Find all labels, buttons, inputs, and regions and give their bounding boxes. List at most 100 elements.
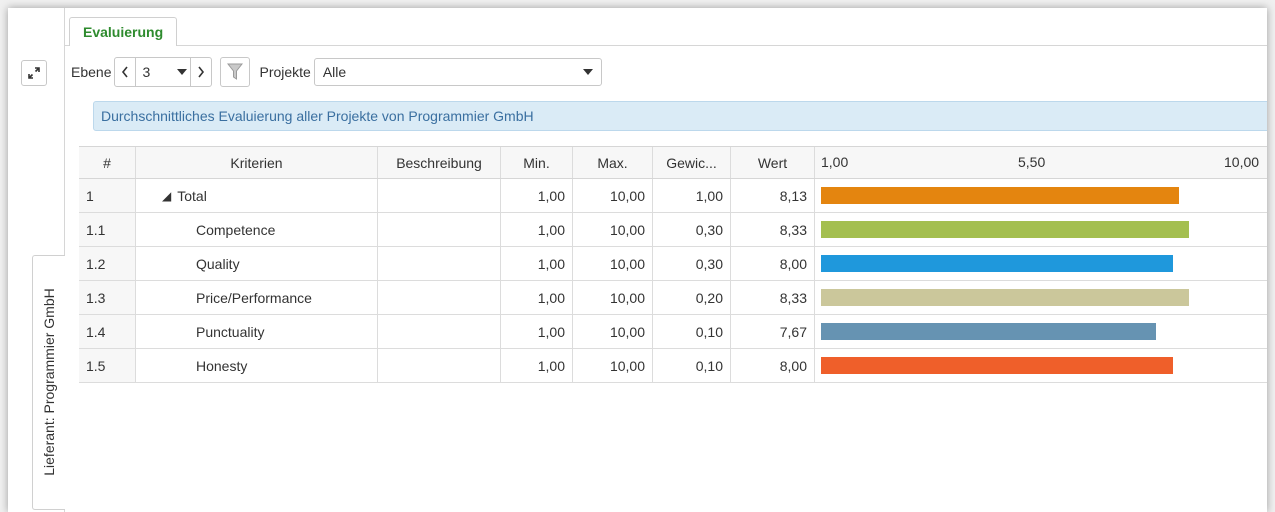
row-num: 1.4 [79, 315, 136, 348]
value-bar [821, 357, 1173, 374]
row-num: 1 [79, 179, 136, 212]
row-max: 10,00 [573, 213, 653, 246]
projekte-value: Alle [322, 64, 347, 80]
row-max: 10,00 [573, 247, 653, 280]
side-strip: Lieferant: Programmier GmbH [8, 8, 65, 512]
filter-icon [227, 63, 244, 80]
header-gewicht[interactable]: Gewic... [653, 147, 731, 178]
row-num: 1.2 [79, 247, 136, 280]
caret-down-icon [582, 69, 593, 75]
row-beschreibung [378, 247, 501, 280]
header-kriterien[interactable]: Kriterien [136, 147, 378, 178]
header-scale: 1,00 5,50 10,00 [815, 147, 1267, 178]
value-bar [821, 255, 1173, 272]
side-tab-supplier[interactable]: Lieferant: Programmier GmbH [32, 255, 65, 510]
header-num[interactable]: # [79, 147, 136, 178]
header-beschreibung[interactable]: Beschreibung [378, 147, 501, 178]
table-row[interactable]: 1.2 Quality 1,00 10,00 0,30 8,00 [79, 247, 1267, 281]
projekte-select[interactable]: Alle [313, 58, 602, 86]
row-bar-cell [815, 213, 1267, 246]
row-min: 1,00 [501, 247, 573, 280]
expand-button[interactable] [21, 60, 47, 86]
caret-down-icon [174, 69, 190, 75]
chevron-left-icon [122, 66, 129, 78]
row-max: 10,00 [573, 349, 653, 382]
scale-mid-label: 5,50 [1018, 154, 1046, 170]
row-wert: 8,13 [731, 179, 815, 212]
row-num: 1.5 [79, 349, 136, 382]
row-num: 1.3 [79, 281, 136, 314]
value-bar [821, 221, 1190, 238]
table-row[interactable]: 1.5 Honesty 1,00 10,00 0,10 8,00 [79, 349, 1267, 383]
row-wert: 8,00 [731, 349, 815, 382]
row-beschreibung [378, 281, 501, 314]
row-bar-cell [815, 315, 1267, 348]
info-banner: Durchschnittliches Evaluierung aller Pro… [93, 101, 1267, 131]
row-kriterien: Price/Performance [136, 281, 378, 314]
filter-button[interactable] [220, 57, 251, 87]
row-beschreibung [378, 179, 501, 212]
app-window: Lieferant: Programmier GmbH Evaluierung … [8, 8, 1267, 512]
projekte-label: Projekte [259, 64, 311, 80]
row-bar-cell [815, 247, 1267, 280]
tab-evaluierung[interactable]: Evaluierung [69, 17, 178, 47]
scale-max-label: 10,00 [1224, 154, 1260, 170]
header-wert[interactable]: Wert [731, 147, 815, 178]
collapse-triangle-icon[interactable]: ◢ [162, 189, 171, 203]
kriterien-label: Honesty [196, 357, 248, 374]
row-bar-cell [815, 281, 1267, 314]
ebene-select[interactable]: 3 [135, 58, 192, 86]
kriterien-label: Competence [196, 221, 276, 238]
ebene-decrement-button[interactable] [115, 58, 135, 86]
row-num: 1.1 [79, 213, 136, 246]
main-panel: Evaluierung Ebene 3 Projekte Alle Durchs… [64, 8, 1267, 512]
row-min: 1,00 [501, 349, 573, 382]
row-max: 10,00 [573, 315, 653, 348]
kriterien-label: Quality [196, 255, 240, 272]
row-max: 10,00 [573, 179, 653, 212]
value-bar [821, 323, 1156, 340]
table-row[interactable]: 1.3 Price/Performance 1,00 10,00 0,20 8,… [79, 281, 1267, 315]
expand-icon [28, 67, 40, 79]
row-min: 1,00 [501, 281, 573, 314]
value-bar [821, 187, 1180, 204]
row-bar-cell [815, 349, 1267, 382]
ebene-label: Ebene [71, 64, 112, 80]
row-wert: 8,00 [731, 247, 815, 280]
row-kriterien: Punctuality [136, 315, 378, 348]
evaluation-grid: # Kriterien Beschreibung Min. Max. Gewic… [79, 146, 1267, 383]
ebene-value: 3 [142, 64, 151, 80]
table-row[interactable]: 1.1 Competence 1,00 10,00 0,30 8,33 [79, 213, 1267, 247]
tab-bar: Evaluierung [64, 8, 1267, 47]
row-kriterien: ◢ Total [136, 179, 378, 212]
kriterien-label: Price/Performance [196, 289, 312, 306]
table-row[interactable]: 1 ◢ Total 1,00 10,00 1,00 8,13 [79, 179, 1267, 213]
row-min: 1,00 [501, 179, 573, 212]
chevron-right-icon [198, 66, 205, 78]
row-gewicht: 0,30 [653, 213, 731, 246]
scale-min-label: 1,00 [821, 154, 849, 170]
kriterien-label: Total [177, 187, 207, 204]
row-beschreibung [378, 315, 501, 348]
row-gewicht: 0,10 [653, 315, 731, 348]
kriterien-label: Punctuality [196, 323, 265, 340]
ebene-increment-button[interactable] [191, 58, 211, 86]
toolbar: Ebene 3 Projekte Alle [71, 57, 1267, 87]
ebene-stepper[interactable]: 3 [114, 57, 213, 87]
row-kriterien: Quality [136, 247, 378, 280]
row-bar-cell [815, 179, 1267, 212]
grid-header-row: # Kriterien Beschreibung Min. Max. Gewic… [79, 147, 1267, 179]
row-min: 1,00 [501, 315, 573, 348]
row-wert: 7,67 [731, 315, 815, 348]
row-beschreibung [378, 213, 501, 246]
table-row[interactable]: 1.4 Punctuality 1,00 10,00 0,10 7,67 [79, 315, 1267, 349]
row-gewicht: 0,10 [653, 349, 731, 382]
header-max[interactable]: Max. [573, 147, 653, 178]
row-wert: 8,33 [731, 281, 815, 314]
value-bar [821, 289, 1190, 306]
row-kriterien: Honesty [136, 349, 378, 382]
row-gewicht: 0,30 [653, 247, 731, 280]
row-kriterien: Competence [136, 213, 378, 246]
header-min[interactable]: Min. [501, 147, 573, 178]
row-gewicht: 0,20 [653, 281, 731, 314]
